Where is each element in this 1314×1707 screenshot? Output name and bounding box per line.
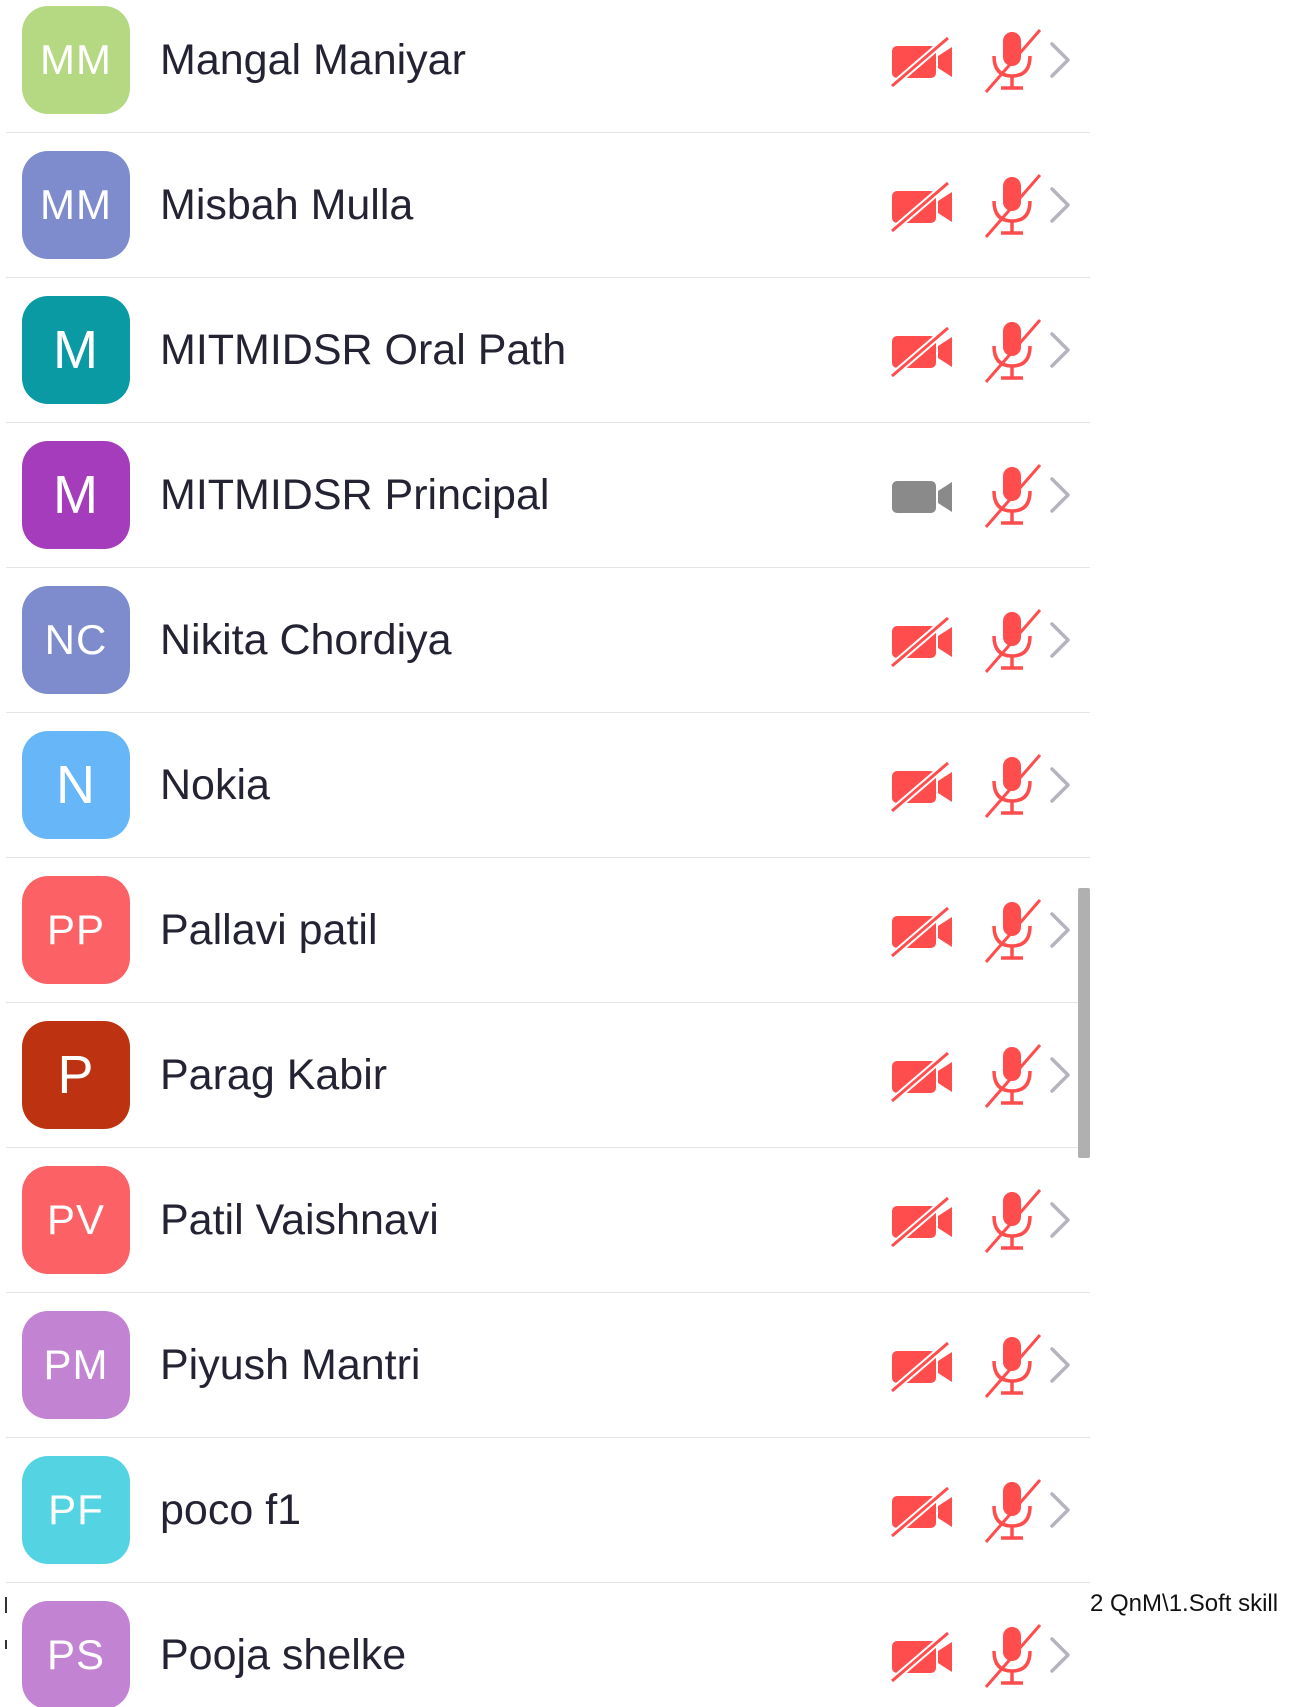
background-document-mark xyxy=(5,1597,7,1613)
participant-row[interactable]: PS Pooja shelke xyxy=(0,1583,1090,1707)
participant-name: Piyush Mantri xyxy=(160,1341,421,1389)
participant-name: Parag Kabir xyxy=(160,1051,388,1099)
video-camera-slash-icon[interactable] xyxy=(890,616,958,668)
avatar: N xyxy=(22,731,130,839)
microphone-slash-icon[interactable] xyxy=(980,461,1044,531)
chevron-right-icon[interactable] xyxy=(1046,40,1074,80)
participant-name: MITMIDSR Oral Path xyxy=(160,326,567,374)
avatar: P xyxy=(22,1021,130,1129)
participant-name: Mangal Maniyar xyxy=(160,36,466,84)
participant-name: Pooja shelke xyxy=(160,1631,407,1679)
avatar: PP xyxy=(22,876,130,984)
video-camera-slash-icon[interactable] xyxy=(890,1631,958,1683)
participant-name: Misbah Mulla xyxy=(160,181,414,229)
chevron-right-icon[interactable] xyxy=(1046,1200,1074,1240)
participant-row[interactable]: PF poco f1 xyxy=(0,1438,1090,1583)
microphone-slash-icon[interactable] xyxy=(980,606,1044,676)
avatar: M xyxy=(22,441,130,549)
participants-screen: MM Mangal Maniyar MM Misbah Mulla M MITM… xyxy=(0,0,1314,1707)
chevron-right-icon[interactable] xyxy=(1046,185,1074,225)
video-camera-slash-icon[interactable] xyxy=(890,326,958,378)
avatar: PF xyxy=(22,1456,130,1564)
chevron-right-icon[interactable] xyxy=(1046,1490,1074,1530)
microphone-slash-icon[interactable] xyxy=(980,896,1044,966)
video-camera-slash-icon[interactable] xyxy=(890,1341,958,1393)
participant-row[interactable]: PM Piyush Mantri xyxy=(0,1293,1090,1438)
participant-name: Pallavi patil xyxy=(160,906,378,954)
avatar: M xyxy=(22,296,130,404)
participant-row[interactable]: MM Mangal Maniyar xyxy=(0,0,1090,133)
participant-list: MM Mangal Maniyar MM Misbah Mulla M MITM… xyxy=(0,0,1090,1707)
participant-row[interactable]: MM Misbah Mulla xyxy=(0,133,1090,278)
video-camera-icon[interactable] xyxy=(890,471,958,523)
participant-name: Patil Vaishnavi xyxy=(160,1196,439,1244)
participant-row[interactable]: M MITMIDSR Oral Path xyxy=(0,278,1090,423)
avatar: MM xyxy=(22,6,130,114)
participant-name: MITMIDSR Principal xyxy=(160,471,550,519)
background-document-mark xyxy=(5,1640,7,1649)
participant-name: Nikita Chordiya xyxy=(160,616,452,664)
chevron-right-icon[interactable] xyxy=(1046,330,1074,370)
microphone-slash-icon[interactable] xyxy=(980,1331,1044,1401)
participant-row[interactable]: P Parag Kabir xyxy=(0,1003,1090,1148)
video-camera-slash-icon[interactable] xyxy=(890,761,958,813)
participant-row[interactable]: M MITMIDSR Principal xyxy=(0,423,1090,568)
participant-row[interactable]: PP Pallavi patil xyxy=(0,858,1090,1003)
background-document-text: 2 QnM\1.Soft skill xyxy=(1090,1590,1279,1617)
chevron-right-icon[interactable] xyxy=(1046,765,1074,805)
scrollbar-thumb[interactable] xyxy=(1078,888,1090,1158)
participant-name: Nokia xyxy=(160,761,270,809)
participant-row[interactable]: N Nokia xyxy=(0,713,1090,858)
video-camera-slash-icon[interactable] xyxy=(890,1051,958,1103)
avatar: MM xyxy=(22,151,130,259)
chevron-right-icon[interactable] xyxy=(1046,910,1074,950)
chevron-right-icon[interactable] xyxy=(1046,1345,1074,1385)
microphone-slash-icon[interactable] xyxy=(980,1476,1044,1546)
chevron-right-icon[interactable] xyxy=(1046,1635,1074,1675)
microphone-slash-icon[interactable] xyxy=(980,1621,1044,1691)
microphone-slash-icon[interactable] xyxy=(980,26,1044,96)
participant-row[interactable]: PV Patil Vaishnavi xyxy=(0,1148,1090,1293)
microphone-slash-icon[interactable] xyxy=(980,1186,1044,1256)
microphone-slash-icon[interactable] xyxy=(980,171,1044,241)
microphone-slash-icon[interactable] xyxy=(980,751,1044,821)
video-camera-slash-icon[interactable] xyxy=(890,1486,958,1538)
video-camera-slash-icon[interactable] xyxy=(890,181,958,233)
avatar: NC xyxy=(22,586,130,694)
participant-row[interactable]: NC Nikita Chordiya xyxy=(0,568,1090,713)
microphone-slash-icon[interactable] xyxy=(980,316,1044,386)
chevron-right-icon[interactable] xyxy=(1046,1055,1074,1095)
avatar: PV xyxy=(22,1166,130,1274)
microphone-slash-icon[interactable] xyxy=(980,1041,1044,1111)
participant-name: poco f1 xyxy=(160,1486,302,1534)
avatar: PM xyxy=(22,1311,130,1419)
chevron-right-icon[interactable] xyxy=(1046,475,1074,515)
video-camera-slash-icon[interactable] xyxy=(890,906,958,958)
video-camera-slash-icon[interactable] xyxy=(890,36,958,88)
video-camera-slash-icon[interactable] xyxy=(890,1196,958,1248)
chevron-right-icon[interactable] xyxy=(1046,620,1074,660)
avatar: PS xyxy=(22,1601,130,1707)
